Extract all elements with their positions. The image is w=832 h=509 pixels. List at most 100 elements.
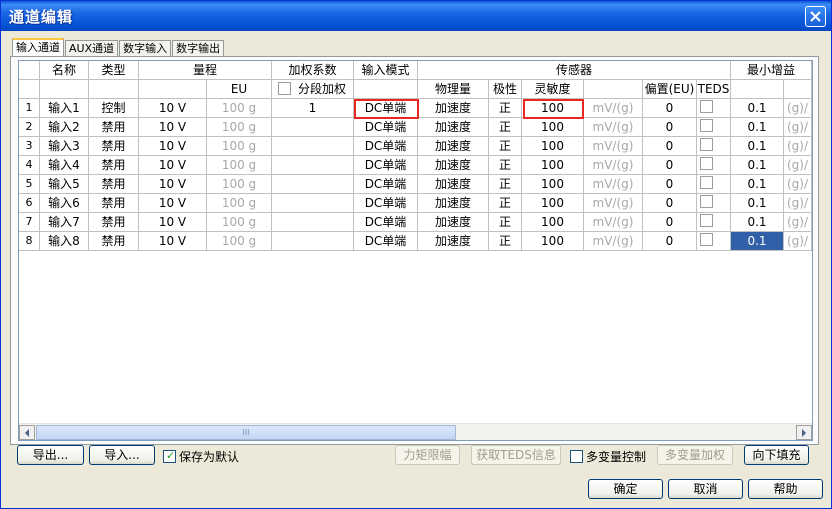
cell-phys[interactable]: 加速度 (418, 232, 489, 251)
cell-input-mode[interactable]: DC单端 (354, 213, 418, 232)
cell-min-gain[interactable]: 0.1 (731, 194, 784, 213)
cell-phys[interactable]: 加速度 (418, 137, 489, 156)
cell-type[interactable]: 禁用 (89, 232, 139, 251)
cell-polarity[interactable]: 正 (489, 175, 522, 194)
cell-eu[interactable]: 100 g (207, 213, 272, 232)
cell-gain-unit[interactable]: (g)/ (784, 156, 812, 175)
teds-checkbox[interactable] (700, 176, 713, 189)
cell-eu[interactable]: 100 g (207, 194, 272, 213)
scroll-left-button[interactable] (19, 425, 35, 440)
cell-gain-unit[interactable]: (g)/ (784, 194, 812, 213)
cell-gain-unit[interactable]: (g)/ (784, 99, 812, 118)
cell-polarity[interactable]: 正 (489, 194, 522, 213)
cell-name[interactable]: 输入2 (40, 118, 89, 137)
cell-phys[interactable]: 加速度 (418, 194, 489, 213)
cell-phys[interactable]: 加速度 (418, 118, 489, 137)
horizontal-scrollbar[interactable]: III (19, 423, 812, 440)
cell-eu[interactable]: 100 g (207, 118, 272, 137)
cell-min-gain[interactable]: 0.1 (731, 175, 784, 194)
tab-digital-input[interactable]: 数字输入 (119, 40, 172, 57)
cell-type[interactable]: 禁用 (89, 213, 139, 232)
cell-sens-unit[interactable]: mV/(g) (584, 137, 643, 156)
cell-sens-unit[interactable]: mV/(g) (584, 213, 643, 232)
cell-sensitivity[interactable]: 100 (522, 213, 584, 232)
tab-digital-output[interactable]: 数字输出 (172, 40, 225, 57)
cell-range[interactable]: 10 V (139, 232, 207, 251)
cell-phys[interactable]: 加速度 (418, 156, 489, 175)
cell-offset[interactable]: 0 (643, 118, 697, 137)
torque-limit-button[interactable]: 力矩限幅 (395, 445, 460, 465)
teds-checkbox[interactable] (700, 195, 713, 208)
scroll-right-button[interactable] (796, 425, 812, 440)
help-button[interactable]: 帮助 (748, 479, 823, 499)
import-button[interactable]: 导入... (89, 445, 155, 465)
cell-gain-unit[interactable]: (g)/ (784, 232, 812, 251)
cell-weight[interactable] (272, 156, 354, 175)
cell-min-gain[interactable]: 0.1 (731, 232, 784, 251)
cell-gain-unit[interactable]: (g)/ (784, 213, 812, 232)
cell-range[interactable]: 10 V (139, 137, 207, 156)
cell-min-gain[interactable]: 0.1 (731, 137, 784, 156)
cell-sens-unit[interactable]: mV/(g) (584, 156, 643, 175)
cell-min-gain[interactable]: 0.1 (731, 118, 784, 137)
cell-polarity[interactable]: 正 (489, 118, 522, 137)
cell-input-mode[interactable]: DC单端 (354, 232, 418, 251)
cell-type[interactable]: 禁用 (89, 156, 139, 175)
tab-input-channels[interactable]: 输入通道 (12, 38, 64, 57)
multivar-control-checkbox[interactable] (570, 450, 583, 463)
cell-weight[interactable] (272, 232, 354, 251)
cell-polarity[interactable]: 正 (489, 232, 522, 251)
cell-phys[interactable]: 加速度 (418, 213, 489, 232)
cell-teds[interactable] (697, 156, 731, 175)
cell-range[interactable]: 10 V (139, 118, 207, 137)
cell-teds[interactable] (697, 194, 731, 213)
cell-name[interactable]: 输入5 (40, 175, 89, 194)
segment-weight-checkbox[interactable] (278, 82, 291, 95)
cell-sens-unit[interactable]: mV/(g) (584, 118, 643, 137)
teds-checkbox[interactable] (700, 214, 713, 227)
cell-name[interactable]: 输入4 (40, 156, 89, 175)
cell-offset[interactable]: 0 (643, 137, 697, 156)
cell-type[interactable]: 禁用 (89, 194, 139, 213)
cell-offset[interactable]: 0 (643, 156, 697, 175)
cell-offset[interactable]: 0 (643, 175, 697, 194)
cell-range[interactable]: 10 V (139, 194, 207, 213)
cell-eu[interactable]: 100 g (207, 175, 272, 194)
cell-offset[interactable]: 0 (643, 194, 697, 213)
multivar-weight-button[interactable]: 多变量加权 (657, 445, 733, 465)
cell-type[interactable]: 控制 (89, 99, 139, 118)
cancel-button[interactable]: 取消 (668, 479, 743, 499)
cell-teds[interactable] (697, 213, 731, 232)
cell-teds[interactable] (697, 118, 731, 137)
export-button[interactable]: 导出... (17, 445, 84, 465)
cell-teds[interactable] (697, 137, 731, 156)
cell-range[interactable]: 10 V (139, 99, 207, 118)
cell-name[interactable]: 输入7 (40, 213, 89, 232)
teds-checkbox[interactable] (700, 138, 713, 151)
cell-input-mode[interactable]: DC单端 (354, 194, 418, 213)
multivar-control-option[interactable]: 多变量控制 (570, 448, 646, 465)
cell-type[interactable]: 禁用 (89, 118, 139, 137)
cell-weight[interactable]: 1 (272, 99, 354, 118)
cell-gain-unit[interactable]: (g)/ (784, 175, 812, 194)
cell-teds[interactable] (697, 175, 731, 194)
cell-input-mode[interactable]: DC单端 (354, 118, 418, 137)
cell-sens-unit[interactable]: mV/(g) (584, 175, 643, 194)
cell-weight[interactable] (272, 194, 354, 213)
teds-checkbox[interactable] (700, 157, 713, 170)
teds-checkbox[interactable] (700, 119, 713, 132)
cell-polarity[interactable]: 正 (489, 99, 522, 118)
cell-weight[interactable] (272, 118, 354, 137)
get-teds-button[interactable]: 获取TEDS信息 (471, 445, 561, 465)
cell-name[interactable]: 输入8 (40, 232, 89, 251)
cell-range[interactable]: 10 V (139, 156, 207, 175)
cell-type[interactable]: 禁用 (89, 137, 139, 156)
teds-checkbox[interactable] (700, 100, 713, 113)
cell-sens-unit[interactable]: mV/(g) (584, 232, 643, 251)
cell-input-mode[interactable]: DC单端 (354, 175, 418, 194)
cell-offset[interactable]: 0 (643, 232, 697, 251)
ok-button[interactable]: 确定 (588, 479, 663, 499)
cell-sensitivity[interactable]: 100 (522, 194, 584, 213)
cell-eu[interactable]: 100 g (207, 99, 272, 118)
teds-checkbox[interactable] (700, 233, 713, 246)
